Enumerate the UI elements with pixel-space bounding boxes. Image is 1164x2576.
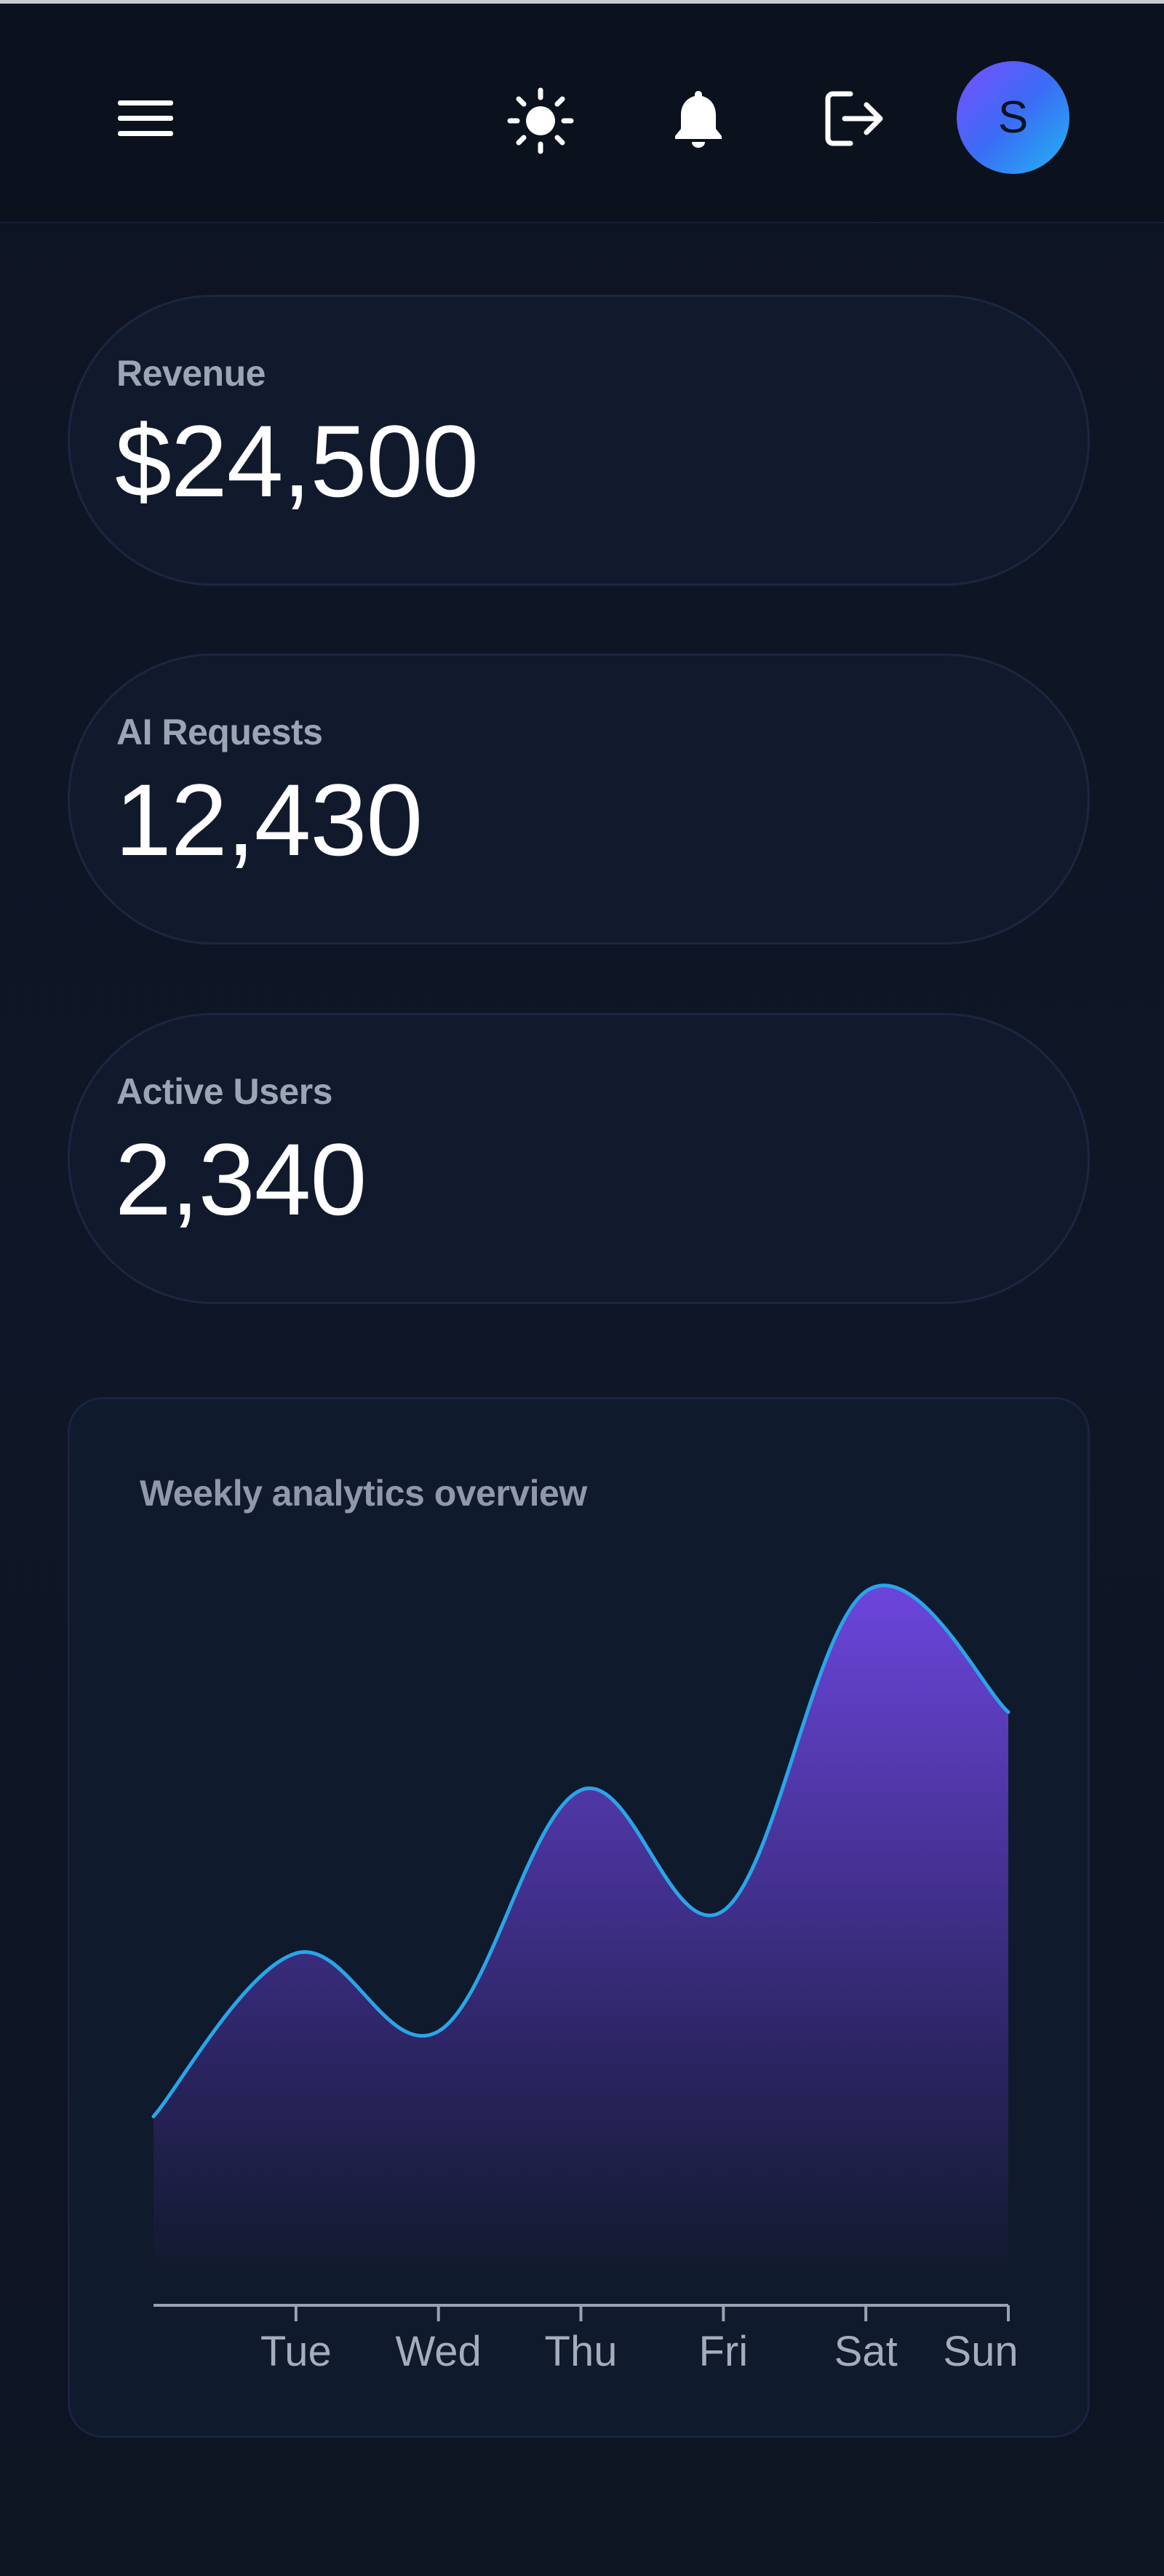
chart-point-wed (436, 2030, 441, 2034)
chart-x-tick-label: Sun (943, 2328, 1018, 2375)
chart-point-fri (721, 1909, 725, 1913)
stat-label: Revenue (116, 353, 266, 394)
chart-x-tick-label: Fri (699, 2328, 749, 2375)
weekly-area-chart: Tue Wed Thu Fri Sat Sun (151, 1583, 1018, 2375)
chart-x-tick-label: Tue (260, 2328, 332, 2375)
stat-label: AI Requests (116, 712, 323, 752)
active-users-card: Active Users 2,340 (68, 1013, 1090, 1304)
revenue-card: Revenue $24,500 (68, 295, 1090, 586)
hamburger-menu-icon (118, 100, 173, 136)
bell-icon (675, 91, 722, 148)
sun-icon (507, 87, 573, 154)
notifications-button[interactable] (662, 82, 735, 155)
stat-value: $24,500 (115, 404, 479, 518)
weekly-analytics-card: Weekly analytics overview Tue Wed Thu Fri Sa… (68, 1397, 1090, 2438)
ai-requests-card: AI Requests 12,430 (68, 653, 1090, 945)
dashboard-page: S Revenue $24,500 AI Requests 12,430 Act… (0, 0, 1164, 2576)
chart-point-thu (579, 1788, 583, 1792)
chart-point-sat (864, 1589, 868, 1594)
logout-icon (825, 91, 883, 146)
chart-point-sun (1006, 1710, 1010, 1714)
logout-button[interactable] (818, 82, 891, 155)
theme-toggle-button[interactable] (502, 82, 578, 159)
chart-area-fill (154, 1585, 1008, 2273)
chart-point-tue (294, 1951, 298, 1955)
chart-x-tick-label: Thu (545, 2328, 618, 2375)
user-avatar[interactable]: S (957, 61, 1069, 174)
top-navbar: S (0, 4, 1164, 223)
stat-value: 12,430 (115, 763, 423, 877)
stat-value: 2,340 (115, 1122, 367, 1236)
chart-point-mon (151, 2115, 156, 2119)
chart-x-tick-label: Wed (396, 2328, 482, 2375)
avatar-initial: S (997, 92, 1029, 143)
chart-x-tick-label: Sat (834, 2328, 898, 2375)
menu-button[interactable] (109, 82, 182, 155)
stat-label: Active Users (116, 1071, 332, 1112)
